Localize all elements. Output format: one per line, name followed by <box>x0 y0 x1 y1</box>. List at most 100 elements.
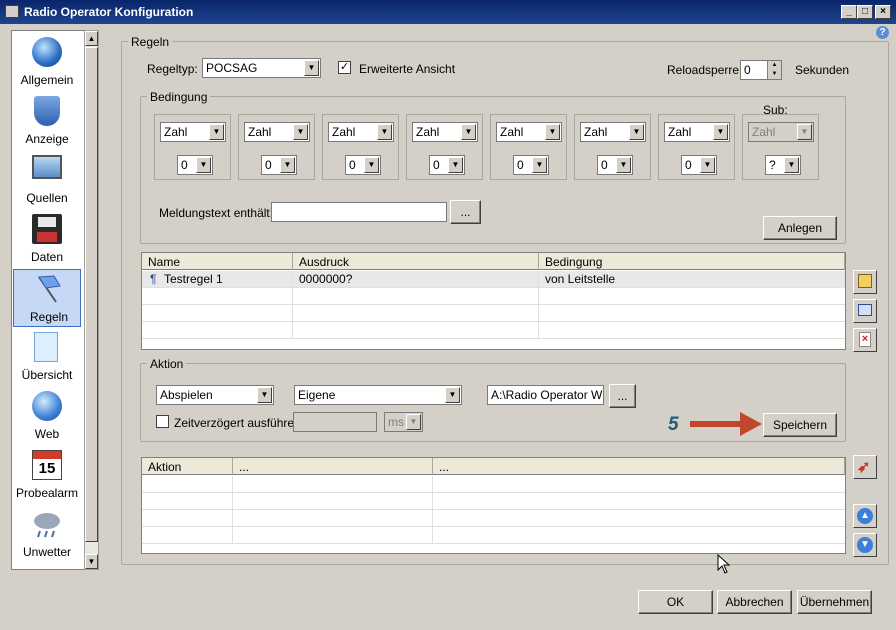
table-row[interactable] <box>142 527 845 544</box>
help-icon[interactable]: ? <box>876 26 889 39</box>
sidebar-item-daten[interactable]: Daten <box>12 210 80 269</box>
erweiterte-ansicht-checkbox[interactable]: ✓ <box>338 61 351 74</box>
sidebar-scrollbar[interactable]: ▲ ▼ <box>84 30 99 570</box>
anlegen-button[interactable]: Anlegen <box>763 216 837 240</box>
chevron-down-icon: ▼ <box>304 60 319 76</box>
condition-type-select[interactable]: Zahl ▼ <box>664 122 730 142</box>
move-up-button[interactable]: ▲ <box>853 504 877 528</box>
chevron-down-icon: ▼ <box>293 124 308 140</box>
apply-button[interactable]: Übernehmen <box>797 590 872 614</box>
table-row[interactable]: ¶ Testregel 1 0000000? von Leitstelle <box>142 271 845 288</box>
table-row[interactable] <box>142 493 845 510</box>
zeitverzoegert-checkbox[interactable] <box>156 415 169 428</box>
condition-type-select[interactable]: Zahl ▼ <box>748 122 814 142</box>
table-row[interactable] <box>142 510 845 527</box>
table-cell: Testregel 1 <box>158 271 293 288</box>
monitor-icon <box>32 155 62 179</box>
spinner-buttons[interactable]: ▲ ▼ <box>767 61 781 79</box>
condition-box: Zahl ▼ 0 ▼ <box>574 114 651 180</box>
delay-input[interactable] <box>293 412 377 432</box>
condition-digit-select[interactable]: 0 ▼ <box>345 155 381 175</box>
condition-digit-select[interactable]: 0 ▼ <box>597 155 633 175</box>
sidebar-item-web[interactable]: Web <box>12 387 80 446</box>
chevron-down-icon: ▼ <box>406 414 421 430</box>
regeltyp-select[interactable]: POCSAG ▼ <box>202 58 321 78</box>
column-header-2[interactable]: ... <box>233 458 433 475</box>
column-header-name[interactable]: Name <box>142 253 293 270</box>
condition-type-select[interactable]: Zahl ▼ <box>328 122 394 142</box>
scroll-down-icon[interactable]: ▼ <box>85 554 98 569</box>
condition-box: Zahl ▼ 0 ▼ <box>322 114 399 180</box>
table-row[interactable] <box>142 476 845 493</box>
condition-digit-select[interactable]: ? ▼ <box>765 155 801 175</box>
chevron-down-icon: ▼ <box>461 124 476 140</box>
chevron-down-icon: ▼ <box>616 157 631 173</box>
sidebar-item-regeln[interactable]: Regeln <box>13 269 81 327</box>
column-header-3[interactable]: ... <box>433 458 845 475</box>
delete-rule-button[interactable]: × <box>853 328 877 352</box>
condition-digit-select[interactable]: 0 ▼ <box>513 155 549 175</box>
condition-box: Zahl ▼ ? ▼ <box>742 114 819 180</box>
condition-digit-select[interactable]: 0 ▼ <box>429 155 465 175</box>
minimize-button[interactable]: _ <box>841 5 857 19</box>
meldungstext-browse-button[interactable]: ... <box>450 200 481 224</box>
reloadsperre-label: Reloadsperre: <box>667 63 743 77</box>
meldungstext-input[interactable] <box>271 202 447 222</box>
action-table: Aktion ... ... <box>141 457 846 554</box>
cancel-button[interactable]: Abbrechen <box>717 590 792 614</box>
ok-button[interactable]: OK <box>638 590 713 614</box>
column-header-bedingung[interactable]: Bedingung <box>539 253 845 270</box>
calendar-day: 15 <box>38 460 56 477</box>
column-header-aktion[interactable]: Aktion <box>142 458 233 475</box>
action-path-input[interactable]: A:\Radio Operator WIK <box>487 385 604 405</box>
mouse-cursor-icon <box>717 554 731 574</box>
chevron-down-icon: ▼ <box>377 124 392 140</box>
category-sidebar: Allgemein Anzeige Quellen Daten Regeln Ü… <box>11 30 85 570</box>
sidebar-item-unwetter[interactable]: Unwetter <box>12 505 80 564</box>
table-row[interactable] <box>142 322 845 339</box>
rocket-icon: ➶ <box>857 459 871 476</box>
scroll-up-icon[interactable]: ▲ <box>85 31 98 46</box>
copy-rule-button[interactable] <box>853 299 877 323</box>
chevron-down-icon: ▼ <box>445 387 460 403</box>
action-type-select[interactable]: Abspielen ▼ <box>156 385 274 405</box>
column-header-ausdruck[interactable]: Ausdruck <box>293 253 539 270</box>
close-button[interactable]: × <box>875 5 891 19</box>
condition-type-select[interactable]: Zahl ▼ <box>496 122 562 142</box>
condition-digit-select[interactable]: 0 ▼ <box>681 155 717 175</box>
sidebar-item-anzeige[interactable]: Anzeige <box>12 92 80 151</box>
table-row[interactable] <box>142 305 845 322</box>
condition-type-select[interactable]: Zahl ▼ <box>412 122 478 142</box>
maximize-button[interactable]: □ <box>857 5 873 19</box>
aktion-group-title: Aktion <box>147 357 187 371</box>
chevron-down-icon: ▼ <box>448 157 463 173</box>
condition-type-select[interactable]: Zahl ▼ <box>580 122 646 142</box>
condition-box: Zahl ▼ 0 ▼ <box>406 114 483 180</box>
delay-unit-select[interactable]: ms ▼ <box>384 412 423 432</box>
sidebar-item-allgemein[interactable]: Allgemein <box>12 33 80 92</box>
table-cell: 0000000? <box>293 271 539 288</box>
delete-icon: × <box>859 332 871 347</box>
condition-box: Zahl ▼ 0 ▼ <box>238 114 315 180</box>
condition-type-select[interactable]: Zahl ▼ <box>160 122 226 142</box>
edit-icon <box>858 274 872 288</box>
chevron-down-icon: ▼ <box>280 157 295 173</box>
title-bar: Radio Operator Konfiguration _ □ × <box>0 0 896 24</box>
condition-digit-select[interactable]: 0 ▼ <box>261 155 297 175</box>
sidebar-item-probealarm[interactable]: 15 Probealarm <box>12 446 80 505</box>
shield-icon <box>34 96 60 126</box>
scroll-thumb[interactable] <box>85 47 98 542</box>
move-down-button[interactable]: ▼ <box>853 533 877 557</box>
table-row[interactable] <box>142 288 845 305</box>
test-action-button[interactable]: ➶ <box>853 455 877 479</box>
sidebar-item-uebersicht[interactable]: Übersicht <box>12 328 80 387</box>
condition-digit-select[interactable]: 0 ▼ <box>177 155 213 175</box>
condition-type-select[interactable]: Zahl ▼ <box>244 122 310 142</box>
globe-icon <box>32 37 62 67</box>
edit-rule-button[interactable] <box>853 270 877 294</box>
action-path-browse-button[interactable]: ... <box>609 384 636 408</box>
speichern-button[interactable]: Speichern <box>763 413 837 437</box>
reloadsperre-spinner[interactable]: 0 ▲ ▼ <box>740 60 782 80</box>
sidebar-item-quellen[interactable]: Quellen <box>12 151 80 210</box>
action-source-select[interactable]: Eigene ▼ <box>294 385 462 405</box>
